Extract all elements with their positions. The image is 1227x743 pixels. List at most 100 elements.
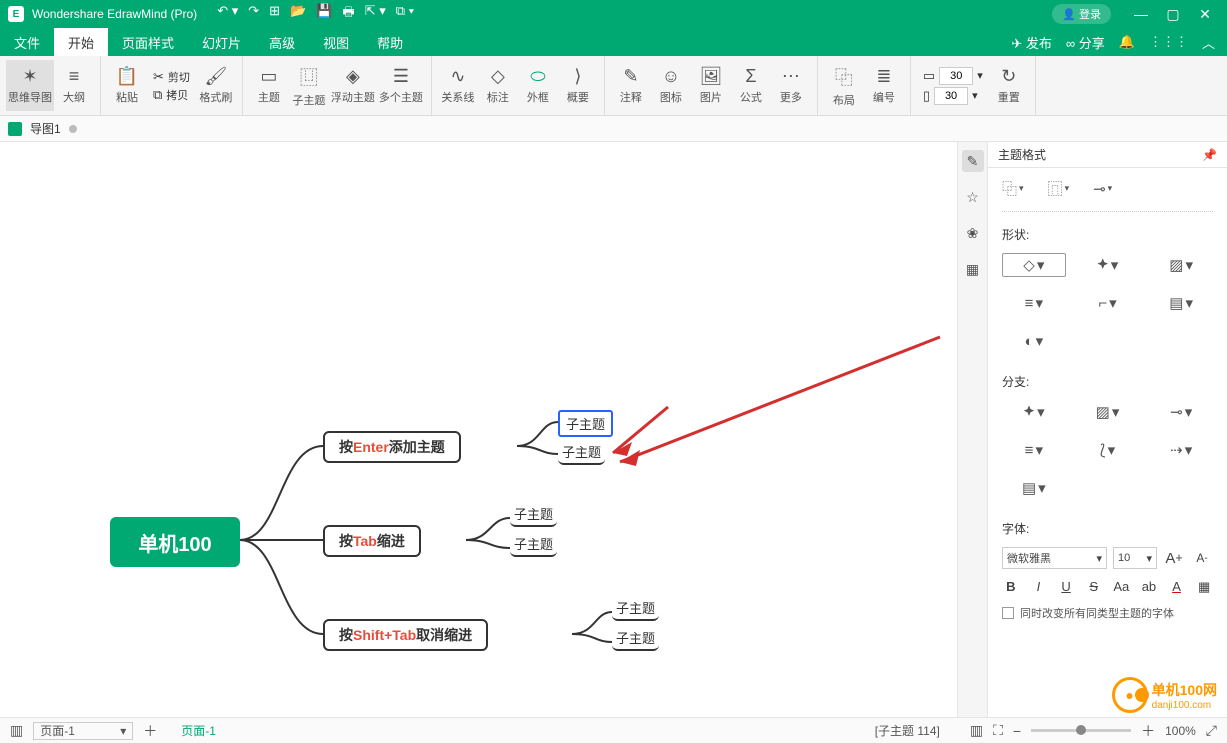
paste-button[interactable]: 📋粘贴: [107, 60, 147, 111]
format-tab-icon[interactable]: ✎: [962, 150, 984, 172]
more-button[interactable]: ⋯更多: [771, 60, 811, 111]
fit-icon[interactable]: ⛶: [993, 722, 1003, 739]
zoom-slider[interactable]: [1031, 729, 1131, 732]
bold-button[interactable]: B: [1002, 579, 1020, 595]
branch-connector-button[interactable]: ⊸▾: [1149, 400, 1213, 424]
save-icon[interactable]: 💾: [316, 3, 332, 25]
fullscreen-icon[interactable]: ⤢: [1206, 722, 1217, 739]
relation-button[interactable]: ∿关系线: [438, 60, 478, 111]
app-title: Wondershare EdrawMind (Pro): [32, 7, 197, 21]
shape-corner-button[interactable]: ⌐▾: [1076, 291, 1140, 315]
branch-curve-button[interactable]: ⟅▾: [1076, 438, 1140, 462]
notification-icon[interactable]: 🔔: [1119, 34, 1135, 50]
font-shrink-button[interactable]: A-: [1191, 547, 1213, 569]
branch-arrow-button[interactable]: ⇢▾: [1149, 438, 1213, 462]
multi-topic-button[interactable]: ☰多个主题: [377, 60, 425, 111]
selection-info: [子主题 114]: [875, 722, 940, 739]
doc-tab[interactable]: 导图1: [30, 120, 61, 137]
publish-button[interactable]: ✈ 发布: [1011, 33, 1052, 52]
view-switch-icon[interactable]: ▥: [970, 722, 983, 739]
shape-fill-button[interactable]: ◇▾: [1002, 253, 1066, 277]
highlight-button[interactable]: ab: [1140, 579, 1158, 595]
shape-color-button[interactable]: 🟆▾: [1076, 253, 1140, 277]
numbering-button[interactable]: ≣编号: [864, 60, 904, 111]
share-button[interactable]: ∞ 分享: [1066, 33, 1105, 52]
clear-format-button[interactable]: ▦: [1195, 579, 1213, 595]
close-button[interactable]: ✕: [1191, 6, 1219, 23]
layout-tool-3[interactable]: ⊸▾: [1093, 178, 1112, 199]
image-button[interactable]: 🖼图片: [691, 60, 731, 111]
menu-advanced[interactable]: 高级: [255, 28, 309, 56]
font-color-button[interactable]: A: [1168, 579, 1186, 595]
callout-button[interactable]: ◇标注: [478, 60, 518, 111]
layout-tool-2[interactable]: ⿵▾: [1048, 178, 1070, 199]
watermark: ● 单机100网 danji100.com: [1112, 677, 1217, 713]
apply-same-type-checkbox[interactable]: 同时改变所有同类型主题的字体: [1002, 605, 1213, 621]
calendar-tab-icon[interactable]: ▦: [962, 258, 984, 280]
new-icon[interactable]: ⊞: [269, 3, 280, 25]
menu-start[interactable]: 开始: [54, 28, 108, 56]
zoom-value[interactable]: 100%: [1165, 724, 1196, 738]
floating-topic-button[interactable]: ◈浮动主题: [329, 60, 377, 111]
formula-button[interactable]: Σ公式: [731, 60, 771, 111]
share-qat-icon[interactable]: ⧉ ▾: [396, 3, 414, 25]
icon-button[interactable]: ☺图标: [651, 60, 691, 111]
shape-line-weight-button[interactable]: ≡▾: [1002, 291, 1066, 315]
menu-view[interactable]: 视图: [309, 28, 363, 56]
apps-icon[interactable]: ⋮⋮⋮: [1149, 34, 1188, 50]
layout-tool-1[interactable]: ⿻▾: [1002, 178, 1024, 199]
font-grow-button[interactable]: A+: [1163, 547, 1185, 569]
summary-button[interactable]: ⟩概要: [558, 60, 598, 111]
branch-weight-button[interactable]: ≡▾: [1002, 438, 1066, 462]
strike-button[interactable]: S: [1085, 579, 1103, 595]
export-icon[interactable]: ⇱ ▾: [365, 3, 386, 25]
menu-slides[interactable]: 幻灯片: [188, 28, 255, 56]
cut-button[interactable]: ✂剪切: [153, 69, 190, 85]
subtopic-button[interactable]: ⿶子主题: [289, 60, 329, 111]
add-page-button[interactable]: ＋: [143, 721, 157, 741]
open-icon[interactable]: 📂: [290, 3, 306, 25]
reset-button[interactable]: ↻重置: [989, 60, 1029, 111]
italic-button[interactable]: I: [1030, 579, 1048, 595]
page-tab[interactable]: 页面-1: [181, 722, 216, 739]
copy-button[interactable]: ⧉拷贝: [153, 87, 190, 103]
redo-icon[interactable]: ↷: [248, 3, 259, 25]
zoom-out-button[interactable]: −: [1013, 723, 1021, 739]
shape-shadow-button[interactable]: ◐▾: [1002, 329, 1066, 353]
undo-icon[interactable]: ↶ ▾: [217, 3, 238, 25]
print-icon[interactable]: 🖶: [342, 3, 354, 25]
canvas[interactable]: 单机100 按 Enter 添加主题 子主题 子主题 按 Tab 缩进 子主题 …: [0, 142, 957, 717]
layout-button[interactable]: ⿻布局: [824, 60, 864, 111]
zoom-in-button[interactable]: ＋: [1141, 721, 1155, 741]
format-painter-button[interactable]: 🖌格式刷: [196, 60, 236, 111]
shape-section-label: 形状:: [1002, 226, 1213, 243]
maximize-button[interactable]: ▢: [1159, 6, 1187, 23]
menu-page-style[interactable]: 页面样式: [108, 28, 188, 56]
h-spacing-input[interactable]: [939, 67, 973, 85]
page-select[interactable]: 页面-1▾: [33, 722, 133, 740]
v-spacing-input[interactable]: [934, 87, 968, 105]
branch-color-button[interactable]: 🟆▾: [1002, 400, 1066, 424]
branch-dash-button[interactable]: ▤▾: [1002, 476, 1066, 500]
menu-help[interactable]: 帮助: [363, 28, 417, 56]
mindmap-view-button[interactable]: ✶思维导图: [6, 60, 54, 111]
clover-tab-icon[interactable]: ❀: [962, 222, 984, 244]
case-button[interactable]: Aa: [1113, 579, 1131, 595]
shape-dash-button[interactable]: ▤▾: [1149, 291, 1213, 315]
minimize-button[interactable]: —: [1127, 6, 1155, 22]
comment-button[interactable]: ✎注释: [611, 60, 651, 111]
panel-pin-icon[interactable]: 📌: [1202, 148, 1217, 162]
shape-border-style-button[interactable]: ▨▾: [1149, 253, 1213, 277]
pages-icon[interactable]: ▥: [10, 722, 23, 739]
star-tab-icon[interactable]: ☆: [962, 186, 984, 208]
branch-style-button[interactable]: ▨▾: [1076, 400, 1140, 424]
boundary-button[interactable]: ⬭外框: [518, 60, 558, 111]
underline-button[interactable]: U: [1057, 579, 1075, 595]
outline-view-button[interactable]: ≡大纲: [54, 60, 94, 111]
collapse-ribbon-icon[interactable]: ︿: [1202, 33, 1215, 52]
menu-file[interactable]: 文件: [0, 28, 54, 56]
font-size-select[interactable]: 10▾: [1113, 547, 1157, 569]
font-family-select[interactable]: 微软雅黑▾: [1002, 547, 1107, 569]
topic-button[interactable]: ▭主题: [249, 60, 289, 111]
login-button[interactable]: 👤 登录: [1052, 4, 1111, 24]
